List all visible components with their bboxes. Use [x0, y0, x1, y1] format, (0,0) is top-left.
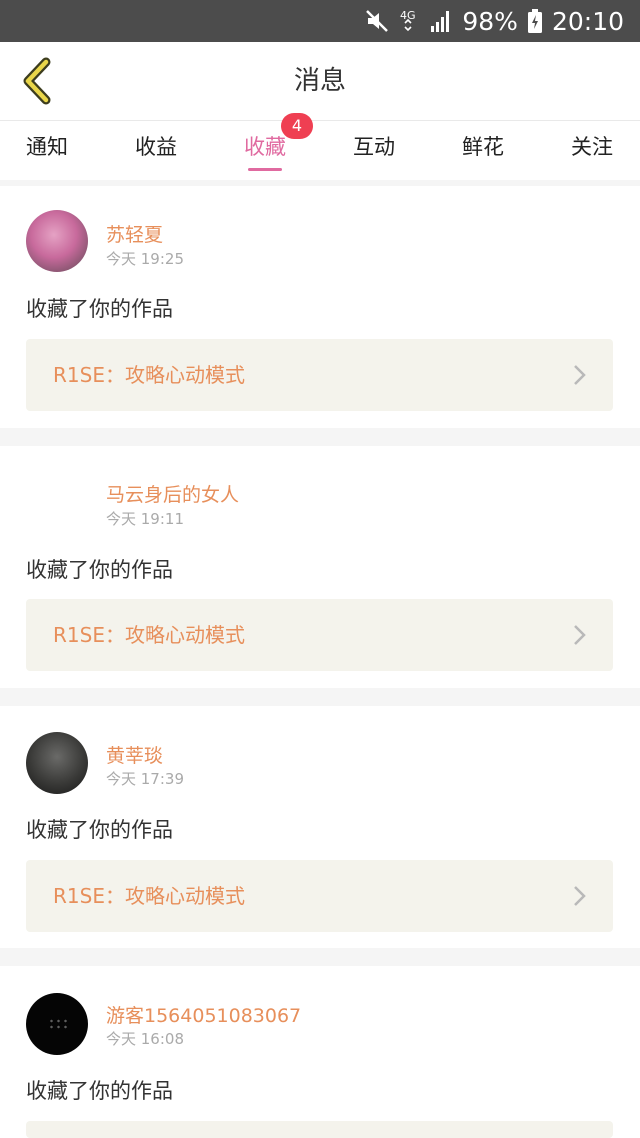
work-title: R1SE：攻略心动模式: [53, 363, 245, 387]
tab-label: 互动: [353, 135, 395, 159]
network-4g-icon: 4G: [400, 8, 420, 34]
timestamp: 今天 16:08: [106, 1030, 184, 1048]
mute-icon: [364, 8, 390, 34]
battery-charging-icon: [527, 9, 542, 33]
avatar[interactable]: [26, 732, 88, 794]
avatar[interactable]: [26, 470, 88, 532]
avatar[interactable]: [26, 210, 88, 272]
timestamp: 今天 19:25: [106, 250, 184, 268]
avatar[interactable]: [26, 993, 88, 1055]
action-text: 收藏了你的作品: [26, 558, 173, 582]
work-link[interactable]: R1SE：攻略心动模式: [26, 860, 613, 932]
tab-notifications[interactable]: 通知: [2, 121, 92, 177]
timestamp: 今天 17:39: [106, 770, 184, 788]
work-link[interactable]: [26, 1121, 613, 1138]
message-card: 游客1564051083067 今天 16:08 收藏了你的作品: [0, 966, 640, 1138]
work-title: R1SE：攻略心动模式: [53, 623, 245, 647]
title-bar: 消息: [0, 42, 640, 120]
action-text: 收藏了你的作品: [26, 1079, 173, 1103]
work-link[interactable]: R1SE：攻略心动模式: [26, 599, 613, 671]
tab-earnings[interactable]: 收益: [111, 121, 201, 177]
action-text: 收藏了你的作品: [26, 818, 173, 842]
message-card: 黄莘琰 今天 17:39 收藏了你的作品 R1SE：攻略心动模式: [0, 706, 640, 948]
tab-following[interactable]: 关注: [547, 121, 637, 177]
status-bar: 4G 98% 20:10: [0, 0, 640, 42]
work-link[interactable]: R1SE：攻略心动模式: [26, 339, 613, 411]
tab-label: 通知: [26, 135, 68, 159]
work-title: R1SE：攻略心动模式: [53, 884, 245, 908]
tab-label: 关注: [571, 135, 613, 159]
tab-favorites[interactable]: 收藏 4: [220, 113, 313, 177]
username[interactable]: 黄莘琰: [106, 741, 163, 768]
action-text: 收藏了你的作品: [26, 297, 173, 321]
username[interactable]: 马云身后的女人: [106, 480, 239, 507]
tab-bar: 通知 收益 收藏 4 互动 鲜花 关注: [0, 113, 640, 180]
tab-label: 收藏: [244, 135, 286, 159]
active-tab-indicator: [248, 168, 282, 171]
tab-label: 收益: [135, 135, 177, 159]
avatar-pattern: [48, 1018, 68, 1030]
username[interactable]: 游客1564051083067: [106, 1001, 301, 1028]
tab-interactions[interactable]: 互动: [329, 121, 419, 177]
chevron-right-icon: [574, 886, 586, 906]
tab-flowers[interactable]: 鲜花: [438, 121, 528, 177]
battery-percent: 98%: [462, 6, 518, 36]
status-time: 20:10: [551, 6, 624, 36]
signal-icon: [430, 9, 452, 33]
message-card: 马云身后的女人 今天 19:11 收藏了你的作品 R1SE：攻略心动模式: [0, 446, 640, 688]
chevron-right-icon: [574, 365, 586, 385]
tab-label: 鲜花: [462, 135, 504, 159]
page-title: 消息: [293, 66, 346, 96]
unread-badge: 4: [281, 113, 313, 139]
timestamp: 今天 19:11: [106, 510, 184, 528]
message-card: 苏轻夏 今天 19:25 收藏了你的作品 R1SE：攻略心动模式: [0, 186, 640, 428]
chevron-right-icon: [574, 625, 586, 645]
username[interactable]: 苏轻夏: [106, 220, 163, 247]
